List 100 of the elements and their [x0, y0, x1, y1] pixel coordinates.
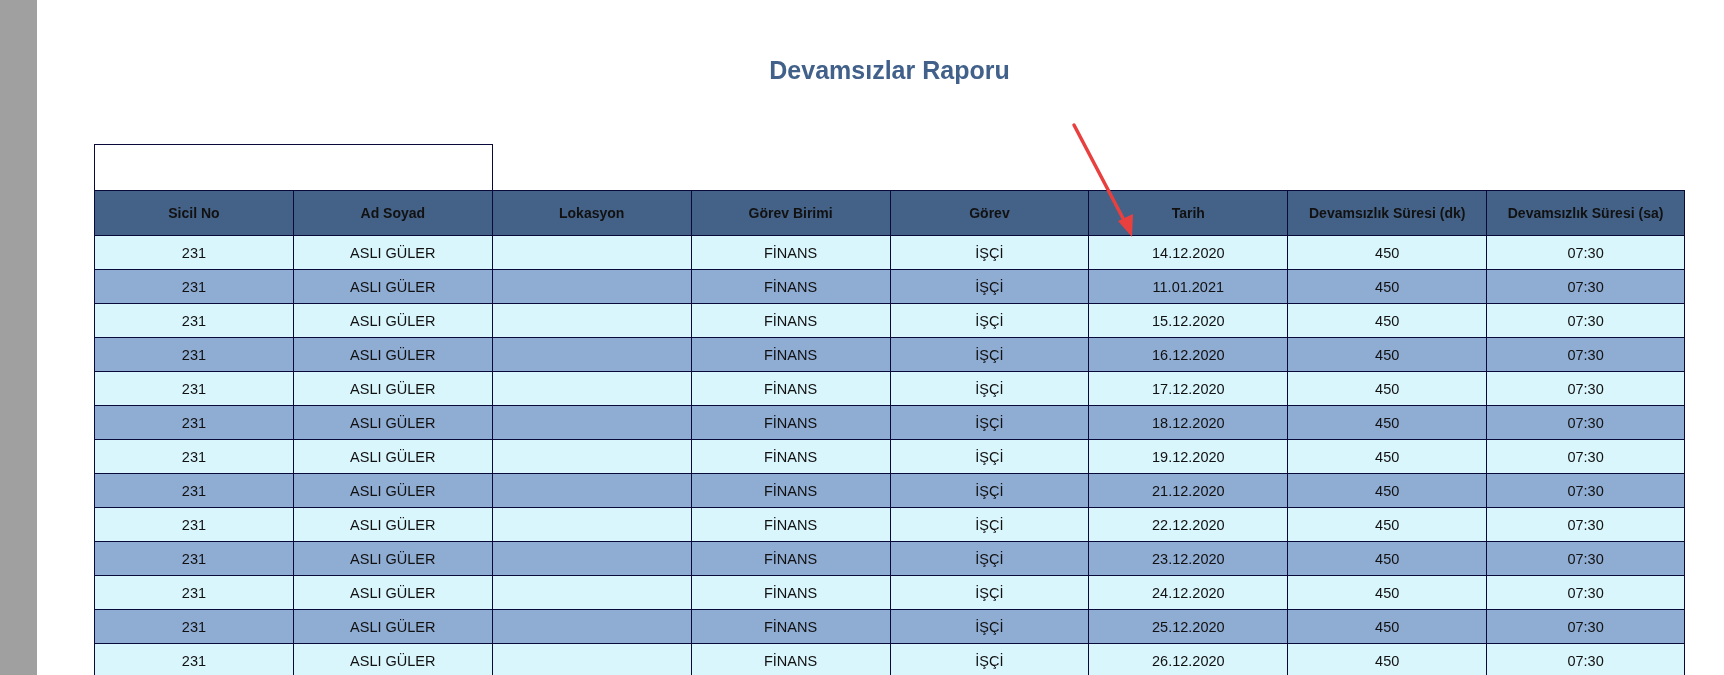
table-cell: FİNANS	[690, 303, 890, 337]
table-cell: İŞÇİ	[889, 643, 1089, 675]
table-cell: FİNANS	[690, 541, 890, 575]
table-cell: 22.12.2020	[1088, 507, 1288, 541]
column-header: Ad Soyad	[292, 190, 492, 235]
table-cell: 07:30	[1486, 235, 1685, 269]
table-cell: 18.12.2020	[1088, 405, 1288, 439]
column-header: Devamsızlık Süresi (sa)	[1486, 190, 1685, 235]
table-cell: İŞÇİ	[889, 541, 1089, 575]
table-cell: 450	[1287, 337, 1487, 371]
table-cell: İŞÇİ	[889, 337, 1089, 371]
table-cell: 450	[1287, 575, 1487, 609]
table-cell: FİNANS	[690, 405, 890, 439]
column-header: Tarih	[1088, 190, 1288, 235]
table-cell: 07:30	[1486, 507, 1685, 541]
table-cell: 07:30	[1486, 575, 1685, 609]
table-cell: 450	[1287, 405, 1487, 439]
table-cell: 450	[1287, 303, 1487, 337]
table-cell: FİNANS	[690, 371, 890, 405]
table-cell: İŞÇİ	[889, 507, 1089, 541]
table-cell: ASLI GÜLER	[292, 643, 492, 675]
table-cell: 23.12.2020	[1088, 541, 1288, 575]
table-cell: ASLI GÜLER	[292, 337, 492, 371]
table-cell: İŞÇİ	[889, 269, 1089, 303]
table-cell: 231	[94, 541, 293, 575]
table-cell: ASLI GÜLER	[292, 507, 492, 541]
table-cell: FİNANS	[690, 643, 890, 675]
table-cell: ASLI GÜLER	[292, 473, 492, 507]
table-cell: ASLI GÜLER	[292, 269, 492, 303]
table-cell: 25.12.2020	[1088, 609, 1288, 643]
table-cell: 231	[94, 371, 293, 405]
table-cell: 231	[94, 643, 293, 675]
table-cell: FİNANS	[690, 575, 890, 609]
table-cell: ASLI GÜLER	[292, 371, 492, 405]
table-cell: 231	[94, 507, 293, 541]
table-cell: 07:30	[1486, 643, 1685, 675]
table-cell: İŞÇİ	[889, 235, 1089, 269]
table-cell: İŞÇİ	[889, 439, 1089, 473]
table-cell: 450	[1287, 473, 1487, 507]
table-cell: İŞÇİ	[889, 303, 1089, 337]
table-cell: ASLI GÜLER	[292, 235, 492, 269]
table-cell: 231	[94, 405, 293, 439]
table-cell: 07:30	[1486, 303, 1685, 337]
column-header: Görev	[889, 190, 1089, 235]
table-cell: ASLI GÜLER	[292, 303, 492, 337]
table-cell: 24.12.2020	[1088, 575, 1288, 609]
table-cell: 450	[1287, 541, 1487, 575]
table-cell: 07:30	[1486, 405, 1685, 439]
table-cell: 450	[1287, 269, 1487, 303]
table-cell: 26.12.2020	[1088, 643, 1288, 675]
table-cell: İŞÇİ	[889, 609, 1089, 643]
column-header: Devamsızlık Süresi (dk)	[1287, 190, 1487, 235]
table-cell: 231	[94, 439, 293, 473]
table-cell: 07:30	[1486, 541, 1685, 575]
table-cell: FİNANS	[690, 439, 890, 473]
table-cell: 231	[94, 609, 293, 643]
table-cell: 450	[1287, 507, 1487, 541]
table-cell: İŞÇİ	[889, 371, 1089, 405]
table-cell: FİNANS	[690, 609, 890, 643]
table-cell: İŞÇİ	[889, 575, 1089, 609]
table-cell: 21.12.2020	[1088, 473, 1288, 507]
table-cell: 19.12.2020	[1088, 439, 1288, 473]
table-cell: 450	[1287, 439, 1487, 473]
table-cell: 07:30	[1486, 371, 1685, 405]
column-header: Görev Birimi	[690, 190, 890, 235]
table-cell: ASLI GÜLER	[292, 405, 492, 439]
table-cell: 231	[94, 337, 293, 371]
column-header: Sicil No	[94, 190, 293, 235]
table-cell: 17.12.2020	[1088, 371, 1288, 405]
table-cell: FİNANS	[690, 473, 890, 507]
table-cell: İŞÇİ	[889, 473, 1089, 507]
table-cell: FİNANS	[690, 337, 890, 371]
table-cell: 07:30	[1486, 337, 1685, 371]
table-cell: 450	[1287, 609, 1487, 643]
table-cell: 07:30	[1486, 473, 1685, 507]
table-cell: ASLI GÜLER	[292, 609, 492, 643]
table-cell: 16.12.2020	[1088, 337, 1288, 371]
table-cell: 14.12.2020	[1088, 235, 1288, 269]
table-cell: 11.01.2021	[1088, 269, 1288, 303]
table-cell: ASLI GÜLER	[292, 439, 492, 473]
table-cell: 450	[1287, 371, 1487, 405]
table-cell: 450	[1287, 643, 1487, 675]
table-cell: ASLI GÜLER	[292, 575, 492, 609]
table-cell: 231	[94, 303, 293, 337]
table-cell: FİNANS	[690, 235, 890, 269]
table-cell: 231	[94, 575, 293, 609]
table-cell: FİNANS	[690, 507, 890, 541]
table-cell: 231	[94, 269, 293, 303]
table-cell: 07:30	[1486, 609, 1685, 643]
report-title: Devamsızlar Raporu	[769, 56, 1010, 84]
column-header: Lokasyon	[491, 190, 691, 235]
table-cell: 231	[94, 235, 293, 269]
table-cell: 450	[1287, 235, 1487, 269]
table-cell: FİNANS	[690, 269, 890, 303]
table-cell: İŞÇİ	[889, 405, 1089, 439]
table-cell: ASLI GÜLER	[292, 541, 492, 575]
table-cell: 07:30	[1486, 269, 1685, 303]
table-cell: 07:30	[1486, 439, 1685, 473]
table-cell: 231	[94, 473, 293, 507]
table-cell: 15.12.2020	[1088, 303, 1288, 337]
